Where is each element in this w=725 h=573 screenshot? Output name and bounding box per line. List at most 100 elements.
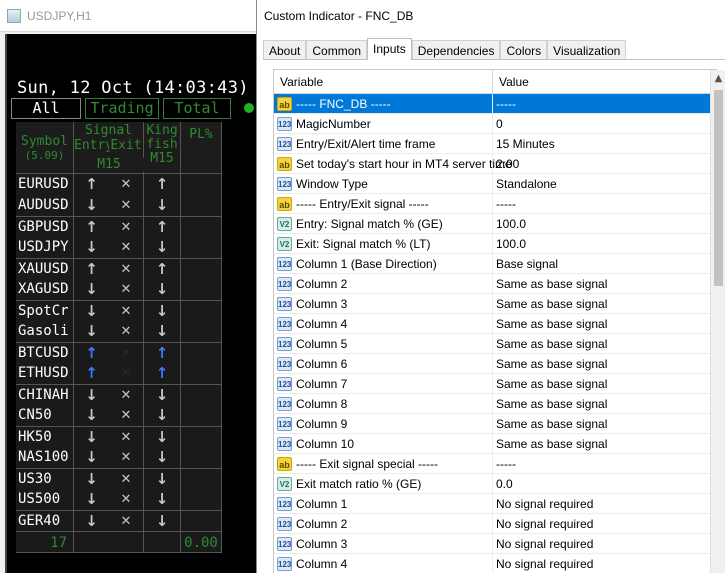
param-value[interactable]: ----- (493, 94, 716, 113)
param-value[interactable]: No signal required (493, 514, 716, 533)
param-value[interactable]: ----- (493, 194, 716, 213)
list-item[interactable]: 123 Column 6 Same as base signal (274, 354, 716, 374)
param-value[interactable]: Standalone (493, 174, 716, 193)
integer-type-icon: 123 (277, 516, 292, 531)
param-variable-cell: V2 Entry: Signal match % (GE) (274, 214, 493, 233)
inputs-table[interactable]: Variable Value ab ----- FNC_DB ----- -----… (273, 69, 717, 573)
list-item[interactable]: 123 Column 10 Same as base signal (274, 434, 716, 454)
list-item[interactable]: V2 Entry: Signal match % (GE) 100.0 (274, 214, 716, 234)
chart-titlebar[interactable]: USDJPY,H1 (0, 0, 257, 32)
table-row[interactable]: NAS100 ↓ ✕ ↓ (16, 447, 222, 468)
param-value[interactable]: No signal required (493, 554, 716, 573)
table-row[interactable]: CN50 ↓ ✕ ↓ (16, 405, 222, 426)
tab-common[interactable]: Common (306, 40, 368, 60)
table-scrollbar[interactable]: ▲ (710, 70, 725, 573)
table-row[interactable]: US500 ↓ ✕ ↓ (16, 489, 222, 510)
list-item[interactable]: 123 Column 7 Same as base signal (274, 374, 716, 394)
param-value[interactable]: 100.0 (493, 234, 716, 253)
close-icon: ✕ (109, 385, 144, 405)
close-icon: ✕ (109, 363, 144, 384)
list-item[interactable]: 123 Column 4 Same as base signal (274, 314, 716, 334)
param-name: Set today's start hour in MT4 server tim… (296, 156, 512, 171)
filter-all-button[interactable]: All (11, 98, 81, 119)
list-item[interactable]: ab ----- Exit signal special ----- ----- (274, 454, 716, 474)
list-item[interactable]: 123 Window Type Standalone (274, 174, 716, 194)
dialog-titlebar[interactable]: Custom Indicator - FNC_DB (257, 0, 725, 32)
table-row[interactable]: SpotCr ↓ ✕ ↓ (16, 300, 222, 321)
param-value[interactable]: Same as base signal (493, 434, 716, 453)
list-item[interactable]: 123 Column 8 Same as base signal (274, 394, 716, 414)
table-row[interactable]: BTCUSD ↑ ✕ ↑ (16, 342, 222, 363)
filter-trading-button[interactable]: Trading (85, 98, 159, 119)
tab-visualization[interactable]: Visualization (547, 40, 627, 60)
param-value[interactable]: No signal required (493, 494, 716, 513)
header-symbol[interactable]: Symbol (5.09) (16, 122, 74, 174)
list-item[interactable]: 123 Column 4 No signal required (274, 554, 716, 573)
param-variable-cell: ab Set today's start hour in MT4 server t… (274, 154, 512, 173)
column-header-variable[interactable]: Variable (274, 70, 493, 93)
list-item[interactable]: ab ----- FNC_DB ----- ----- (274, 94, 716, 114)
param-value[interactable]: 15 Minutes (493, 134, 716, 153)
table-row[interactable]: USDJPY ↓ ✕ ↓ (16, 237, 222, 258)
param-value[interactable]: Same as base signal (493, 354, 716, 373)
tab-inputs[interactable]: Inputs (367, 38, 412, 60)
table-row[interactable]: HK50 ↓ ✕ ↓ (16, 426, 222, 447)
close-icon: ✕ (109, 259, 144, 279)
table-row[interactable]: EURUSD ↑ ✕ ↑ (16, 174, 222, 195)
param-value[interactable]: Same as base signal (493, 314, 716, 333)
table-row[interactable]: US30 ↓ ✕ ↓ (16, 468, 222, 489)
scroll-up-arrow-icon[interactable]: ▲ (711, 70, 725, 87)
param-name: ----- Entry/Exit signal ----- (296, 196, 429, 211)
list-item[interactable]: 123 Column 2 Same as base signal (274, 274, 716, 294)
param-value[interactable]: Same as base signal (493, 294, 716, 313)
chart-canvas[interactable]: Sun, 12 Oct (14:03:43) 1 All Trading Tot… (5, 34, 270, 573)
param-value[interactable]: 100.0 (493, 214, 716, 233)
tab-colors[interactable]: Colors (500, 40, 548, 60)
table-row[interactable]: CHINAH ↓ ✕ ↓ (16, 384, 222, 405)
param-value[interactable]: 2:00 (493, 154, 716, 173)
table-row[interactable]: GER40 ↓ ✕ ↓ (16, 510, 222, 531)
list-item[interactable]: V2 Exit: Signal match % (LT) 100.0 (274, 234, 716, 254)
list-item[interactable]: ab ----- Entry/Exit signal ----- ----- (274, 194, 716, 214)
integer-type-icon: 123 (277, 256, 292, 271)
table-row[interactable]: XAGUSD ↓ ✕ ↓ (16, 279, 222, 300)
param-value[interactable]: No signal required (493, 534, 716, 553)
list-item[interactable]: 123 Column 3 No signal required (274, 534, 716, 554)
list-item[interactable]: 123 Entry/Exit/Alert time frame 15 Minutes (274, 134, 716, 154)
scroll-thumb[interactable] (714, 90, 723, 286)
param-value[interactable]: 0.0 (493, 474, 716, 493)
filter-total-button[interactable]: Total (163, 98, 231, 119)
param-variable-cell: ab ----- Exit signal special ----- (274, 454, 493, 473)
list-item[interactable]: ab Set today's start hour in MT4 server t… (274, 154, 716, 174)
param-value[interactable]: Base signal (493, 254, 716, 273)
list-item[interactable]: 123 Column 2 No signal required (274, 514, 716, 534)
arrow-up-icon: ↑ (74, 259, 109, 279)
table-row[interactable]: GBPUSD ↑ ✕ ↑ (16, 216, 222, 237)
screen: USDJPY,H1 Sun, 12 Oct (14:03:43) 1 All T… (0, 0, 725, 573)
list-item[interactable]: 123 MagicNumber 0 (274, 114, 716, 134)
double-type-icon: V2 (277, 216, 292, 231)
list-item[interactable]: 123 Column 5 Same as base signal (274, 334, 716, 354)
list-item[interactable]: V2 Exit match ratio % (GE) 0.0 (274, 474, 716, 494)
param-value[interactable]: Same as base signal (493, 374, 716, 393)
param-value[interactable]: 0 (493, 114, 716, 133)
param-value[interactable]: Same as base signal (493, 394, 716, 413)
header-pl[interactable]: PL% (181, 122, 222, 174)
param-variable-cell: ab ----- Entry/Exit signal ----- (274, 194, 493, 213)
column-header-value[interactable]: Value (493, 70, 716, 93)
list-item[interactable]: 123 Column 9 Same as base signal (274, 414, 716, 434)
tab-dependencies[interactable]: Dependencies (411, 40, 501, 60)
list-item[interactable]: 123 Column 1 No signal required (274, 494, 716, 514)
list-item[interactable]: 123 Column 1 (Base Direction) Base signal (274, 254, 716, 274)
param-value[interactable]: Same as base signal (493, 334, 716, 353)
param-variable-cell: 123 Column 1 (274, 494, 493, 513)
tab-about[interactable]: About (263, 40, 307, 60)
table-row[interactable]: ETHUSD ↑ ✕ ↑ (16, 363, 222, 384)
param-value[interactable]: ----- (493, 454, 716, 473)
param-value[interactable]: Same as base signal (493, 274, 716, 293)
table-row[interactable]: XAUUSD ↑ ✕ ↑ (16, 258, 222, 279)
table-row[interactable]: Gasoli ↓ ✕ ↓ (16, 321, 222, 342)
param-value[interactable]: Same as base signal (493, 414, 716, 433)
list-item[interactable]: 123 Column 3 Same as base signal (274, 294, 716, 314)
table-row[interactable]: AUDUSD ↓ ✕ ↓ (16, 195, 222, 216)
